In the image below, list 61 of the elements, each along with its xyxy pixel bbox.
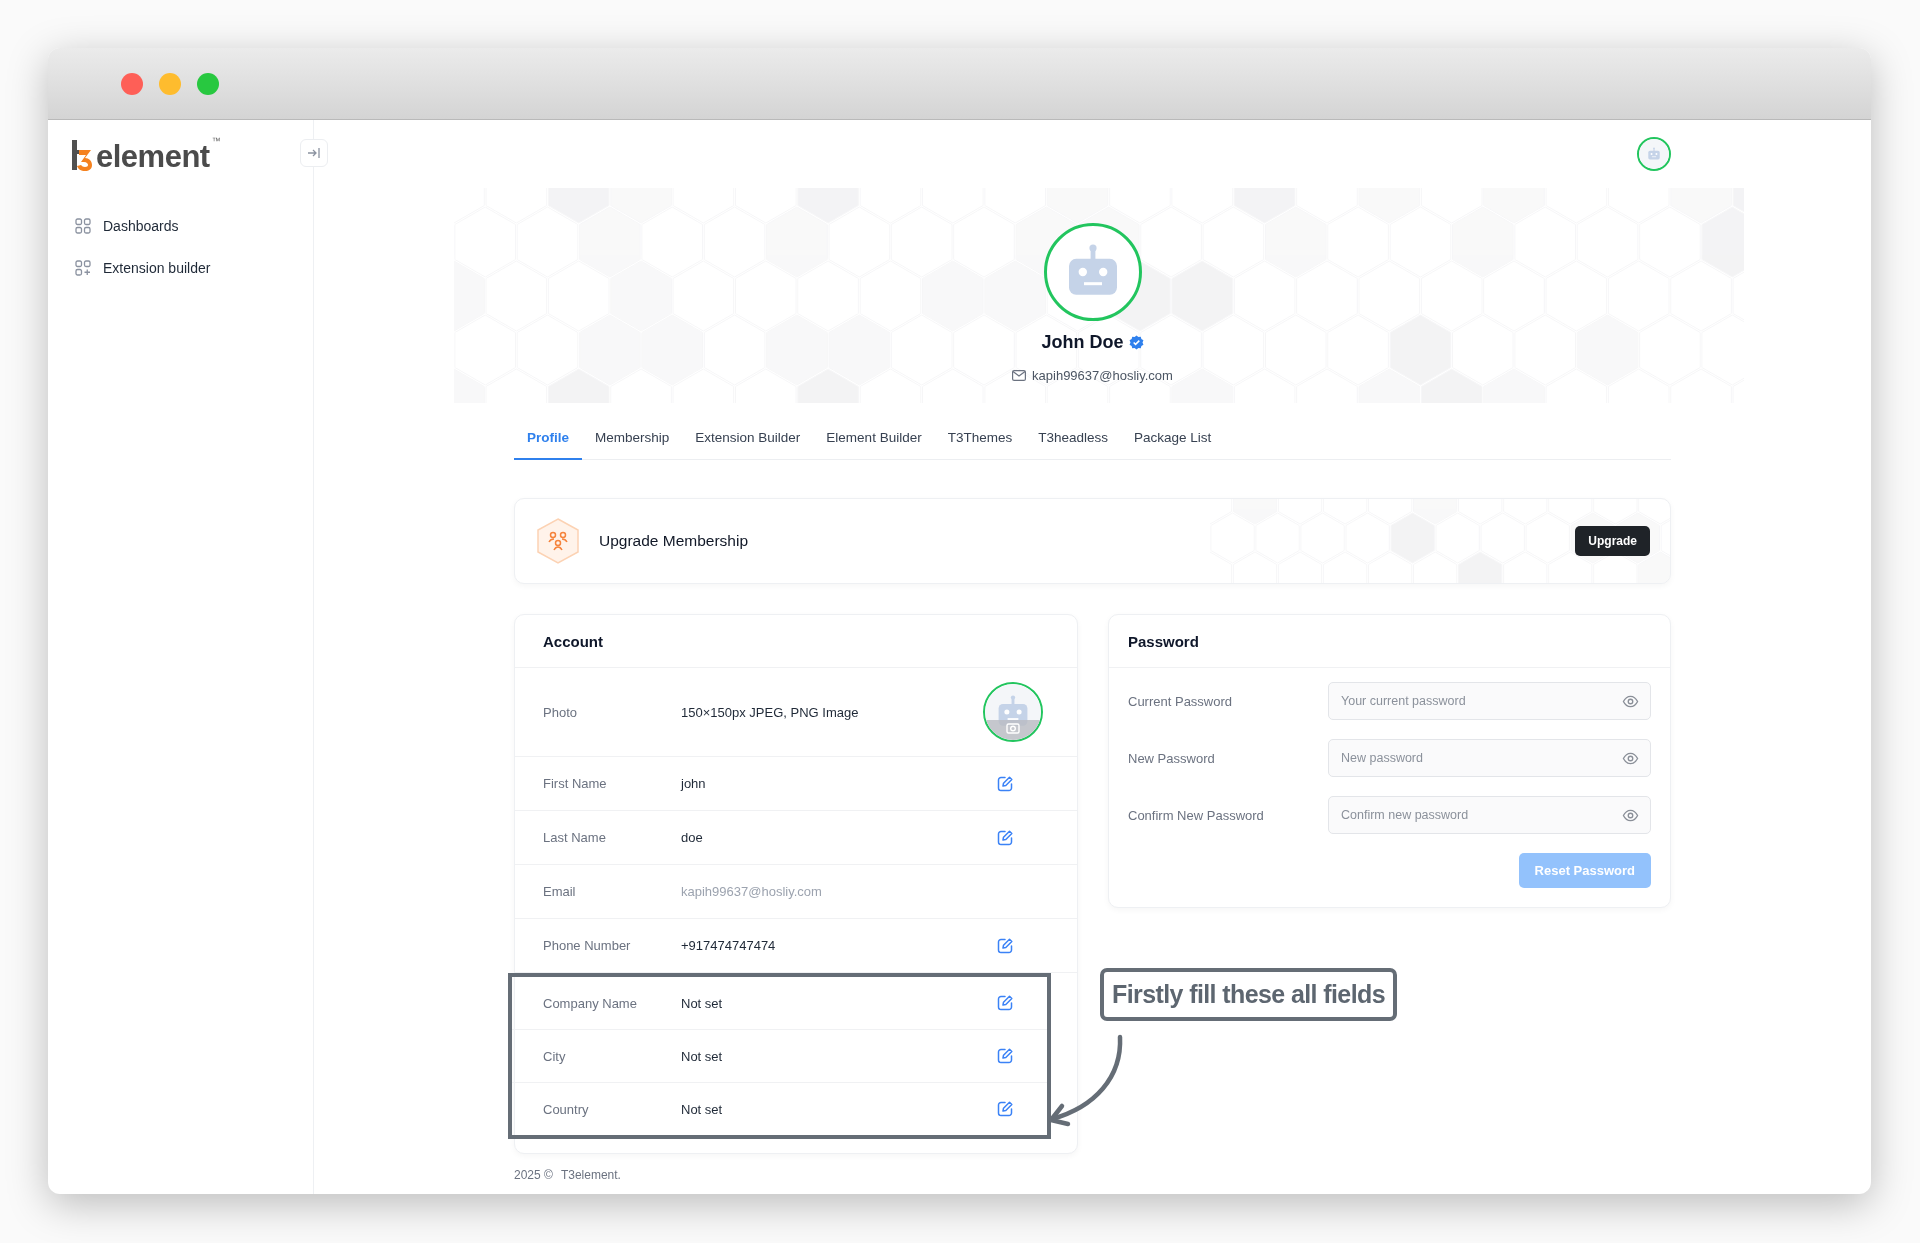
mail-icon — [1012, 370, 1027, 381]
upgrade-button[interactable]: Upgrade — [1575, 526, 1650, 556]
brand-link[interactable]: T3element. — [560, 1168, 621, 1182]
password-field[interactable]: New password — [1328, 739, 1651, 777]
edit-icon[interactable] — [996, 774, 1014, 793]
grid-plus-icon — [75, 260, 91, 276]
logo-text: element — [96, 141, 210, 172]
arrow-to-bar-icon — [307, 147, 321, 159]
profile-avatar[interactable] — [1043, 223, 1142, 321]
tab[interactable]: Extension Builder — [682, 416, 814, 460]
field-label: First Name — [543, 776, 608, 791]
password-field[interactable]: Confirm new password — [1328, 796, 1651, 834]
verified-badge-icon — [1128, 335, 1144, 350]
field-value: 150×150px JPEG, PNG Image — [681, 704, 860, 720]
tab[interactable]: T3headless — [1025, 416, 1121, 460]
card-title: Password — [1128, 632, 1199, 650]
tab[interactable]: T3Themes — [934, 416, 1026, 460]
membership-icon — [535, 517, 581, 565]
field-value: Not set — [681, 995, 724, 1011]
trademark-sign: ™ — [211, 136, 221, 146]
user-avatar[interactable] — [1637, 137, 1671, 171]
tab[interactable]: Membership — [582, 416, 683, 460]
annotation-callout: Firstly fill these all fields — [1100, 968, 1397, 1021]
sidebar-item[interactable]: Extension builder — [70, 254, 291, 282]
field-value: Not set — [681, 1101, 724, 1117]
photo-upload-avatar[interactable] — [983, 682, 1043, 742]
field-label: Confirm New Password — [1128, 807, 1265, 823]
field-label: City — [543, 1048, 567, 1064]
tab[interactable]: Element Builder — [813, 416, 935, 460]
upgrade-title: Upgrade Membership — [599, 532, 750, 550]
field-label: Photo — [543, 704, 578, 720]
field-label: Email — [543, 884, 577, 899]
field-label: Last Name — [543, 830, 607, 845]
edit-icon[interactable] — [996, 1100, 1014, 1118]
card-title: Account — [543, 632, 603, 650]
logo-icon — [70, 138, 94, 172]
field-value: Not set — [681, 1048, 724, 1064]
grid-icon — [75, 218, 91, 234]
field-value: +917474747474 — [681, 938, 777, 953]
edit-icon[interactable] — [996, 994, 1014, 1012]
close-button[interactable] — [121, 72, 143, 95]
field-value: john — [681, 776, 707, 791]
field-label: Phone Number — [543, 938, 632, 953]
field-value: kapih99637@hosliy.com — [681, 884, 823, 899]
tab[interactable]: Profile — [514, 416, 582, 460]
copyright-text: 2025 © — [514, 1168, 553, 1182]
field-label: Company Name — [543, 995, 638, 1011]
edit-icon[interactable] — [996, 1047, 1014, 1065]
edit-icon[interactable] — [996, 936, 1014, 955]
tab[interactable]: Package List — [1121, 416, 1225, 460]
field-value: doe — [681, 830, 704, 845]
maximize-button[interactable] — [197, 72, 219, 95]
edit-icon[interactable] — [996, 828, 1014, 847]
collapse-sidebar-button[interactable] — [300, 139, 328, 167]
field-label: Current Password — [1128, 693, 1234, 709]
user-email: kapih99637@hosliy.com — [1032, 368, 1173, 383]
field-label: New Password — [1128, 750, 1216, 766]
field-label: Country — [543, 1101, 590, 1117]
password-field[interactable]: Your current password — [1328, 682, 1651, 720]
sidebar-item[interactable]: Dashboards — [70, 212, 291, 240]
user-name: John Doe — [1041, 332, 1124, 353]
